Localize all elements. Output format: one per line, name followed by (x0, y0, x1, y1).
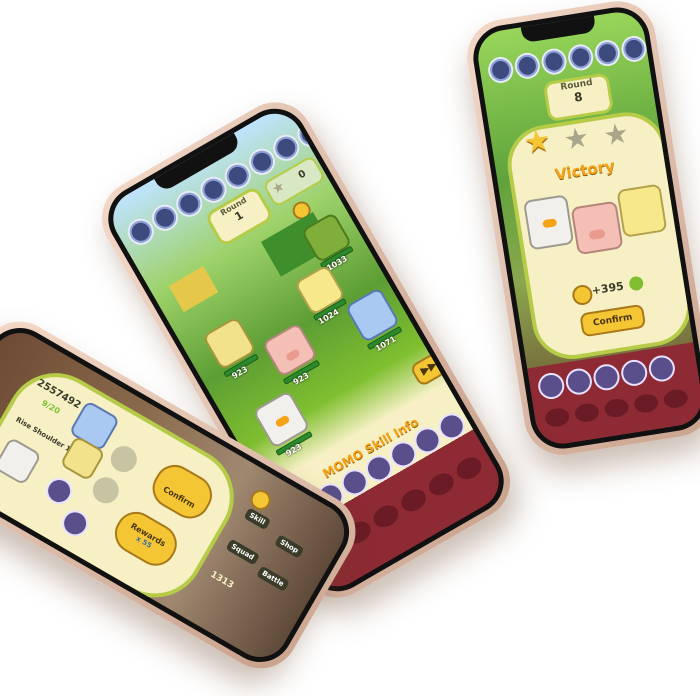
bench-slot[interactable] (543, 406, 571, 429)
info-icon[interactable] (628, 275, 645, 292)
victory-title: Victory (553, 156, 616, 184)
equipment-slot-icon[interactable] (591, 362, 622, 393)
score-value: 0 (296, 168, 309, 182)
bench-slot[interactable] (425, 469, 458, 500)
equipment-slot-icon[interactable] (57, 505, 93, 542)
equipment-slot-icon[interactable] (536, 371, 567, 401)
bench-slot[interactable] (397, 485, 430, 516)
nav-squad-button[interactable]: Squad (225, 538, 260, 566)
voxel-block (168, 266, 219, 313)
bee-character (616, 183, 668, 238)
bench-slot[interactable] (603, 397, 630, 419)
bench-slot[interactable] (573, 401, 601, 424)
pig-snout (284, 348, 301, 363)
bench-slot[interactable] (452, 453, 486, 484)
victory-panel: ★ ★ ★ Victory +395 Confirm (501, 106, 697, 365)
duck-beak (542, 218, 558, 229)
hp-value: 1071 (373, 334, 398, 354)
squad-slot-icon[interactable] (539, 46, 569, 77)
nav-skill-button[interactable]: Skill (243, 507, 272, 531)
nav-shop-button[interactable]: Shop (274, 534, 305, 559)
rewards-button[interactable]: Rewards x 55 (107, 504, 185, 573)
nav-battle-button[interactable]: Battle (256, 565, 290, 592)
squad-slot-icon[interactable] (619, 34, 649, 64)
bench-tray (527, 342, 700, 448)
bench-slot[interactable] (662, 387, 690, 410)
duck-beak (274, 414, 291, 429)
squad-slot-icon[interactable] (566, 42, 596, 73)
confirm-label: Confirm (161, 484, 197, 511)
equipment-slot-icon[interactable] (646, 353, 677, 384)
equipment-slot-icon[interactable] (564, 366, 594, 397)
confirm-button[interactable]: Confirm (579, 303, 647, 338)
star-empty-icon: ★ (269, 177, 289, 199)
squad-icon-bar (486, 34, 649, 85)
fast-forward-button[interactable]: ▶▶ (409, 351, 448, 388)
duck-character[interactable] (0, 436, 43, 486)
squad-slot-icon[interactable] (592, 38, 622, 68)
confirm-button[interactable]: Confirm (145, 457, 220, 526)
game-screen-right: Round 8 ★ ★ ★ Victory +395 Confirm (474, 8, 700, 448)
bench-slot[interactable] (369, 501, 403, 532)
equipment-slot-icon[interactable] (41, 473, 77, 509)
phone-right-bezel: Round 8 ★ ★ ★ Victory +395 Confirm (468, 2, 700, 454)
pig-snout (588, 228, 606, 241)
star-empty-icon: ★ (561, 120, 592, 157)
star-empty-icon: ★ (601, 115, 632, 153)
phone-right: Round 8 ★ ★ ★ Victory +395 Confirm (461, 0, 700, 461)
squad-slot-icon[interactable] (486, 55, 516, 85)
pig-character (570, 200, 624, 256)
empty-slot[interactable] (106, 441, 142, 477)
equipment-slot-icon[interactable] (619, 357, 650, 388)
star-icon: ★ (521, 122, 554, 162)
bench-slot[interactable] (632, 392, 660, 415)
reward-value: +395 (590, 279, 625, 298)
squad-slot-icon[interactable] (512, 51, 542, 81)
fast-forward-icon: ▶▶ (418, 357, 440, 378)
duck-character (522, 194, 575, 251)
empty-slot[interactable] (88, 472, 124, 509)
